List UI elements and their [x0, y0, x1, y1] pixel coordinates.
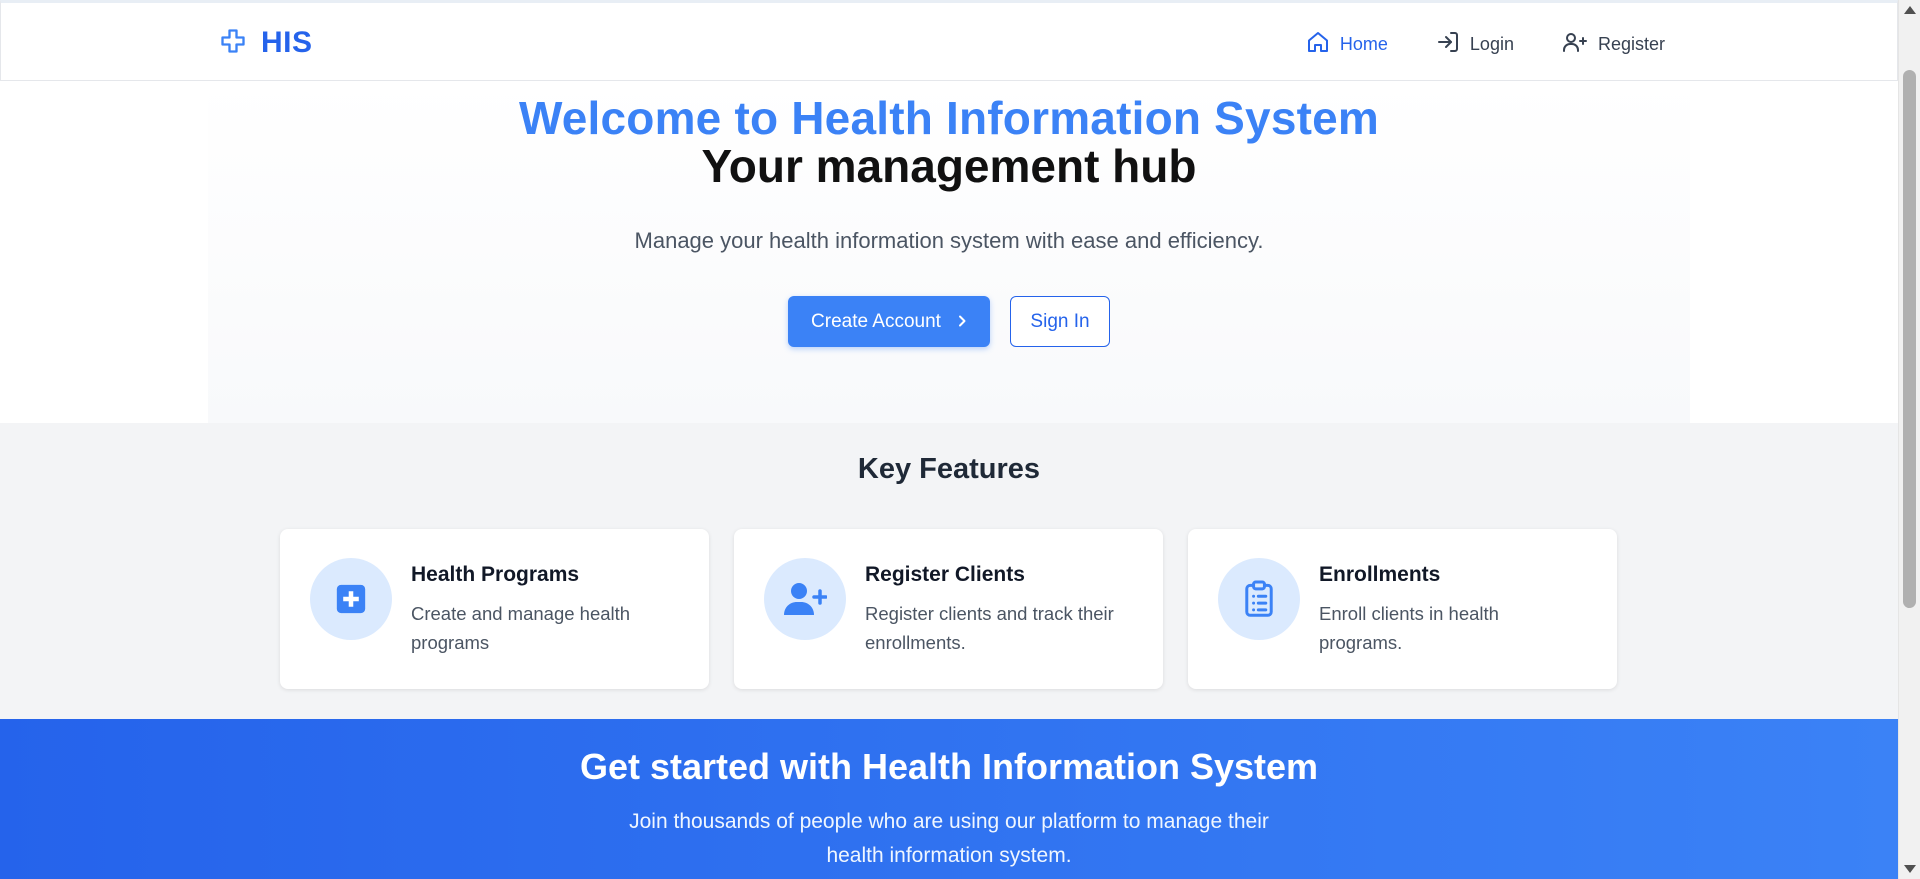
feature-card-description: Create and manage health programs	[411, 603, 631, 653]
nav-link-home-label: Home	[1339, 34, 1388, 54]
login-icon	[1436, 30, 1460, 59]
feature-card-enrollments[interactable]: Enrollments Enroll clients in health pro…	[1188, 529, 1617, 689]
feature-card-description: Register clients and track their enrollm…	[865, 603, 1114, 653]
scrollbar-thumb[interactable]	[1903, 70, 1916, 608]
brand-name: HIS	[261, 26, 313, 59]
feature-card-health-programs[interactable]: Health Programs Create and manage health…	[280, 529, 709, 689]
feature-cards: Health Programs Create and manage health…	[280, 529, 1617, 689]
scroll-up-arrow-icon[interactable]	[1904, 6, 1916, 14]
nav-links: Home Login Register	[1306, 30, 1665, 59]
navbar: HIS Home Login Register	[0, 0, 1898, 81]
nav-link-login-label: Login	[1469, 34, 1514, 54]
feature-card-register-clients[interactable]: Register Clients Register clients and tr…	[734, 529, 1163, 689]
hero-title: Welcome to Health Information System	[518, 92, 1380, 144]
features-section: Key Features Health Programs Create and …	[0, 423, 1898, 719]
cta-description: Join thousands of people who are using o…	[629, 810, 1269, 867]
page: HIS Home Login Register Welcome to Healt…	[0, 0, 1898, 879]
hero-subtitle: Your management hub	[701, 140, 1197, 192]
create-account-button[interactable]: Create Account	[788, 296, 990, 347]
user-plus-icon	[764, 558, 846, 640]
cta-title: Get started with Health Information Syst…	[579, 746, 1319, 787]
vertical-scrollbar[interactable]	[1898, 0, 1920, 879]
sign-in-button[interactable]: Sign In	[1010, 296, 1110, 347]
feature-card-title: Health Programs	[411, 563, 580, 586]
clipboard-list-icon	[1218, 558, 1300, 640]
chevron-right-icon	[957, 311, 967, 333]
feature-card-title: Register Clients	[865, 563, 1025, 586]
hero-description: Manage your health information system wi…	[634, 228, 1264, 253]
hero-actions: Create Account Sign In	[208, 296, 1690, 347]
cta-section: Get started with Health Information Syst…	[0, 719, 1898, 879]
medical-plus-icon	[310, 558, 392, 640]
create-account-label: Create Account	[811, 310, 941, 332]
scroll-down-arrow-icon[interactable]	[1904, 865, 1916, 873]
nav-link-home[interactable]: Home	[1306, 30, 1388, 59]
nav-link-register[interactable]: Register	[1562, 30, 1665, 59]
brand-logo[interactable]: HIS	[219, 26, 313, 60]
hero-section: Welcome to Health Information System You…	[208, 81, 1690, 423]
nav-link-register-label: Register	[1597, 34, 1665, 54]
feature-card-title: Enrollments	[1319, 563, 1441, 586]
feature-card-description: Enroll clients in health programs.	[1319, 603, 1499, 653]
nav-link-login[interactable]: Login	[1436, 30, 1514, 59]
features-title: Key Features	[857, 453, 1041, 485]
user-plus-icon	[1562, 30, 1588, 59]
medical-cross-icon	[219, 27, 247, 60]
home-icon	[1306, 30, 1330, 59]
